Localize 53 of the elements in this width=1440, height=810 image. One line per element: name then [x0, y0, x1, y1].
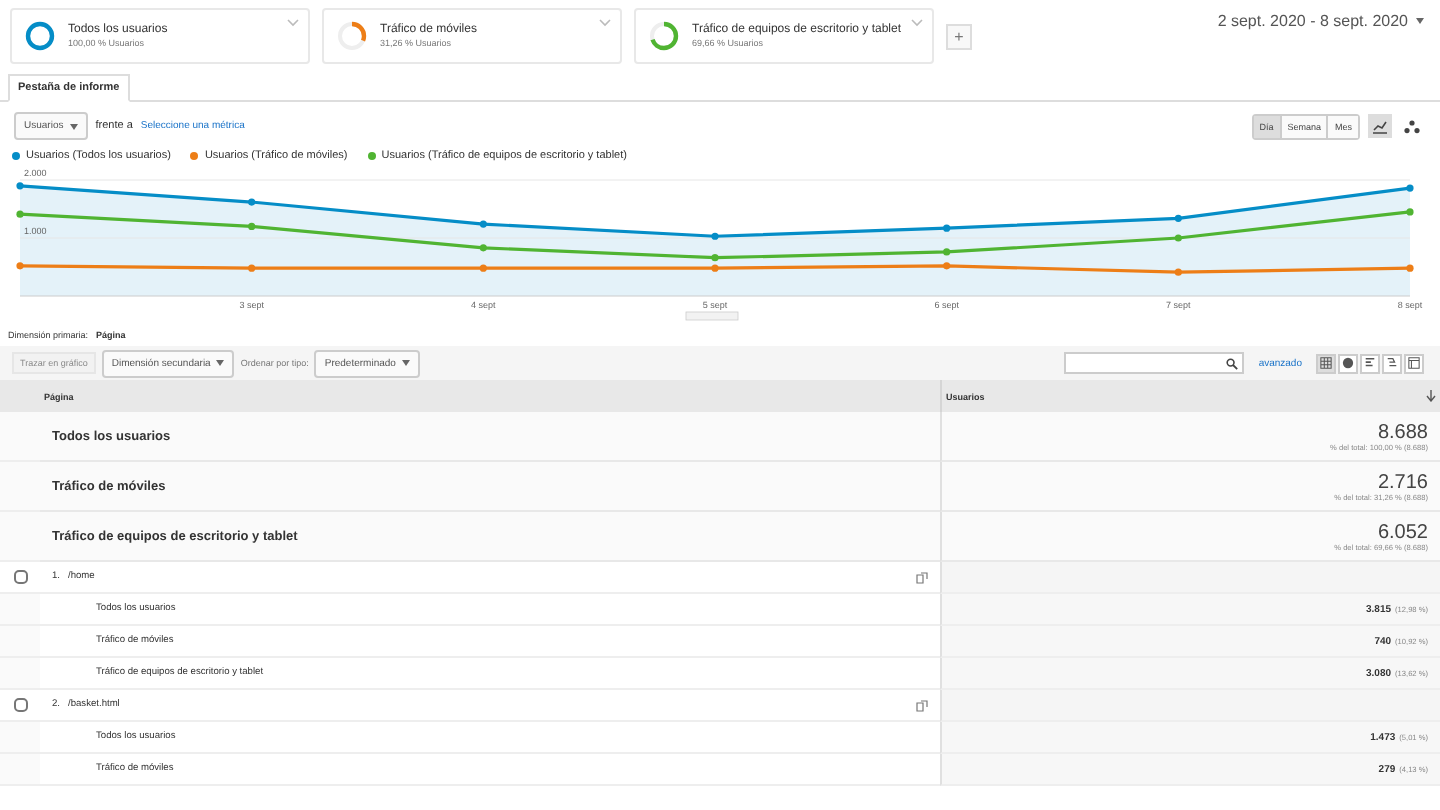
caret-icon	[401, 360, 410, 366]
search-icon[interactable]	[1226, 357, 1239, 369]
data-point	[1406, 208, 1414, 216]
segment-ring-icon	[24, 20, 56, 52]
data-point	[248, 222, 256, 230]
data-point	[1406, 264, 1414, 272]
data-point	[1174, 268, 1182, 276]
view-button[interactable]	[1360, 353, 1380, 373]
data-point	[16, 182, 24, 190]
pivot-icon	[1408, 356, 1420, 370]
total-value: 2.716	[1377, 471, 1428, 493]
caret-icon	[1416, 18, 1424, 24]
row-checkbox[interactable]	[13, 698, 27, 712]
data-point	[16, 210, 24, 218]
data-point	[711, 232, 719, 240]
view-button[interactable]	[1338, 353, 1358, 373]
chart-type-button[interactable]	[1368, 114, 1392, 138]
line-chart-icon	[1372, 119, 1388, 133]
external-link-icon[interactable]	[916, 571, 928, 583]
caret-icon	[69, 123, 78, 129]
compare-icon	[1386, 356, 1398, 370]
data-point	[1174, 214, 1182, 222]
view-button[interactable]	[1382, 353, 1402, 373]
segment-ring-icon	[648, 20, 680, 52]
data-point	[479, 244, 487, 252]
external-link-icon[interactable]	[916, 699, 928, 711]
data-point	[248, 264, 256, 272]
data-point	[479, 220, 487, 228]
data-point	[248, 198, 256, 206]
data-point	[943, 224, 951, 232]
data-point	[479, 264, 487, 272]
grid-icon	[1320, 356, 1332, 370]
caret-icon	[216, 360, 225, 366]
date-range-selector[interactable]: 2 sept. 2020 - 8 sept. 2020	[1217, 8, 1424, 34]
add-segment-button[interactable]: +	[946, 24, 972, 50]
total-value: 8.688	[1377, 421, 1428, 443]
pie-icon	[1342, 356, 1354, 370]
view-button[interactable]	[1316, 353, 1336, 373]
data-point	[943, 262, 951, 270]
row-checkbox[interactable]	[13, 570, 27, 584]
total-value: 6.052	[1377, 521, 1428, 543]
resize-handle[interactable]	[685, 311, 739, 321]
chart-type-button[interactable]	[1400, 114, 1424, 138]
data-point	[943, 248, 951, 256]
view-button[interactable]	[1404, 353, 1424, 373]
data-point	[1406, 184, 1414, 192]
data-point	[1174, 234, 1182, 242]
data-point	[16, 262, 24, 270]
bars-icon	[1364, 356, 1376, 370]
search-field[interactable]	[1064, 352, 1245, 374]
segment-ring-icon	[336, 20, 368, 52]
bubbles-icon	[1404, 119, 1420, 133]
sort-arrow-icon[interactable]	[1426, 390, 1436, 402]
